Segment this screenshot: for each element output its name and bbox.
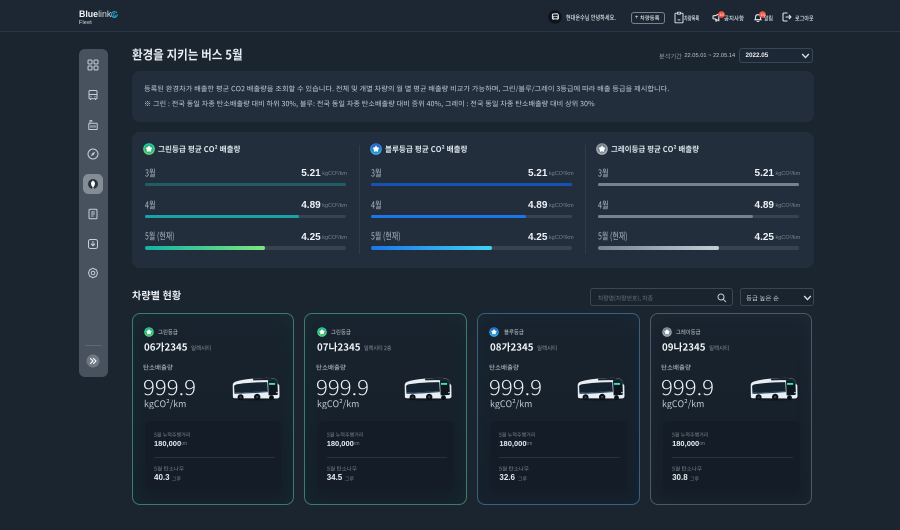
- svg-text:19: 19: [719, 12, 723, 17]
